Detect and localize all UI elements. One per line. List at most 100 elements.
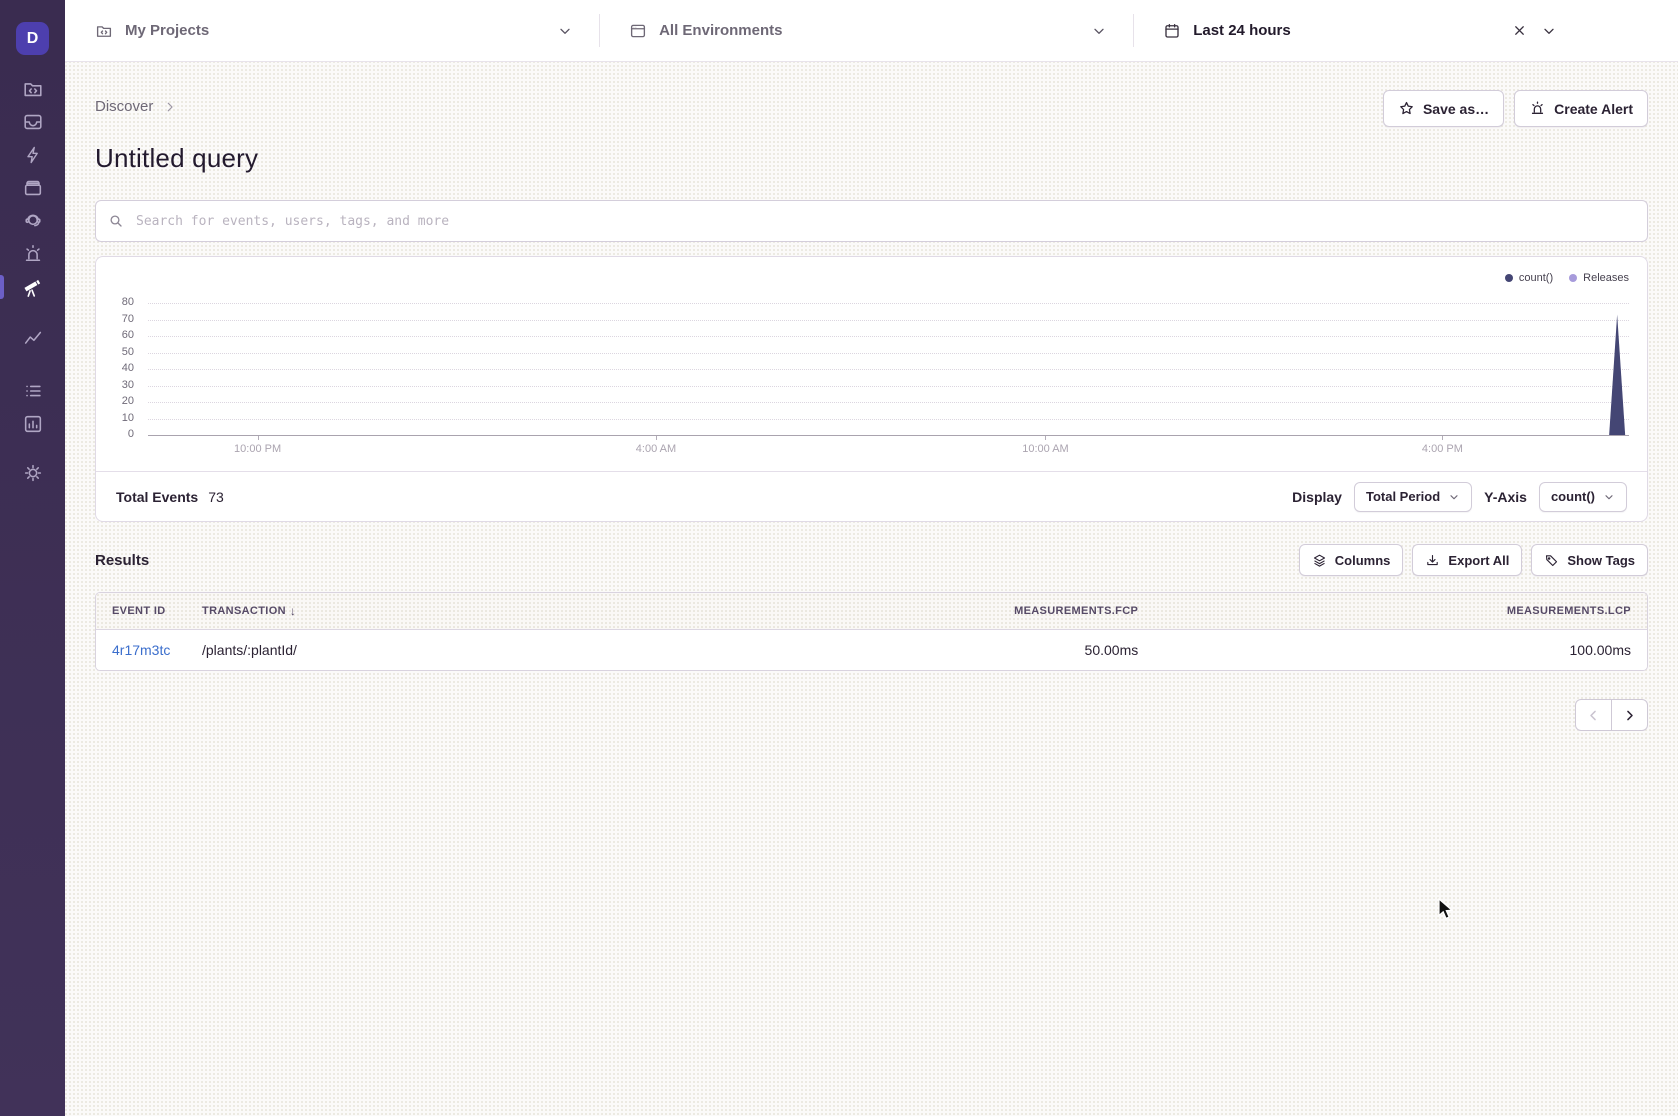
display-dropdown[interactable]: Total Period bbox=[1354, 482, 1472, 512]
results-table: EVENT ID TRANSACTION ↓ MEASUREMENTS.FCP … bbox=[95, 592, 1648, 671]
chevron-down-icon bbox=[1541, 23, 1557, 39]
columns-button[interactable]: Columns bbox=[1299, 544, 1404, 576]
y-axis-dropdown[interactable]: count() bbox=[1539, 482, 1627, 512]
display-label: Display bbox=[1292, 489, 1342, 505]
date-range-label: Last 24 hours bbox=[1193, 22, 1291, 39]
count-series-spike bbox=[148, 303, 1629, 435]
legend-count-label: count() bbox=[1519, 272, 1553, 284]
event-id-link[interactable]: 4r17m3tc bbox=[112, 642, 170, 658]
sidebar-item-stats[interactable] bbox=[0, 408, 65, 440]
search-icon bbox=[108, 213, 124, 234]
sidebar-item-alerts[interactable] bbox=[0, 238, 65, 270]
org-avatar[interactable]: D bbox=[16, 22, 49, 55]
sidebar-item-metrics[interactable] bbox=[0, 322, 65, 354]
y-axis-label: Y-Axis bbox=[1484, 489, 1527, 505]
events-chart-panel: count() Releases 80 70 60 50 40 30 20 10 bbox=[95, 256, 1648, 522]
chart-x-axis: 10:00 PM 4:00 AM 10:00 AM 4:00 PM bbox=[148, 435, 1629, 465]
search-input[interactable] bbox=[95, 200, 1648, 242]
sidebar-item-settings[interactable] bbox=[0, 457, 65, 489]
gear-icon bbox=[22, 462, 44, 484]
clear-date-range-icon[interactable] bbox=[1512, 23, 1527, 38]
sidebar-item-discover[interactable] bbox=[0, 271, 65, 303]
project-selector[interactable]: My Projects bbox=[65, 0, 599, 61]
count-series-dot bbox=[1505, 274, 1513, 282]
lcp-cell: 100.00ms bbox=[1138, 642, 1631, 658]
date-range-selector[interactable]: Last 24 hours bbox=[1133, 0, 1678, 61]
sidebar-item-issues[interactable] bbox=[0, 106, 65, 138]
main-content: Discover Save as… Create Alert Untitled … bbox=[65, 62, 1678, 1116]
breadcrumb: Discover bbox=[95, 98, 177, 115]
show-tags-button-label: Show Tags bbox=[1567, 553, 1635, 568]
transaction-cell: /plants/:plantId/ bbox=[202, 642, 645, 658]
legend-item-count[interactable]: count() bbox=[1505, 272, 1553, 284]
legend-item-releases[interactable]: Releases bbox=[1569, 272, 1629, 284]
project-selector-label: My Projects bbox=[125, 22, 209, 39]
org-avatar-letter: D bbox=[27, 30, 39, 48]
event-id-cell: 4r17m3tc bbox=[112, 642, 202, 658]
save-as-button[interactable]: Save as… bbox=[1383, 90, 1504, 127]
column-header-measurements-fcp[interactable]: MEASUREMENTS.FCP bbox=[645, 605, 1138, 617]
results-table-header: EVENT ID TRANSACTION ↓ MEASUREMENTS.FCP … bbox=[96, 593, 1647, 630]
releases-series-dot bbox=[1569, 274, 1577, 282]
top-bar: My Projects All Environments Last 24 hou… bbox=[65, 0, 1678, 62]
star-icon bbox=[1398, 100, 1415, 117]
export-all-button[interactable]: Export All bbox=[1412, 544, 1522, 576]
telescope-icon bbox=[21, 276, 44, 299]
total-events-label: Total Events bbox=[116, 489, 198, 505]
chart-legend: count() Releases bbox=[1505, 272, 1629, 284]
layers-icon bbox=[1312, 553, 1327, 568]
environments-window-icon bbox=[629, 22, 647, 40]
environment-selector[interactable]: All Environments bbox=[599, 0, 1133, 61]
chevron-down-icon bbox=[1091, 23, 1107, 39]
chevron-down-icon bbox=[1603, 491, 1615, 503]
save-as-label: Save as… bbox=[1423, 101, 1489, 117]
display-dropdown-value: Total Period bbox=[1366, 489, 1440, 504]
chevron-right-icon bbox=[163, 100, 177, 114]
table-row[interactable]: 4r17m3tc /plants/:plantId/ 50.00ms 100.0… bbox=[96, 630, 1647, 670]
projects-folder-icon bbox=[95, 22, 113, 40]
calendar-icon bbox=[1163, 22, 1181, 40]
export-all-button-label: Export All bbox=[1448, 553, 1509, 568]
releases-box-icon bbox=[22, 177, 44, 199]
sort-desc-icon: ↓ bbox=[290, 604, 296, 618]
headset-person-icon bbox=[22, 210, 44, 232]
lightning-icon bbox=[23, 145, 43, 165]
issues-inbox-icon bbox=[22, 111, 44, 133]
columns-button-label: Columns bbox=[1335, 553, 1391, 568]
sidebar-item-performance[interactable] bbox=[0, 139, 65, 171]
chevron-down-icon bbox=[1448, 491, 1460, 503]
pagination bbox=[95, 699, 1648, 731]
breadcrumb-discover[interactable]: Discover bbox=[95, 98, 153, 115]
column-header-transaction[interactable]: TRANSACTION ↓ bbox=[202, 604, 645, 618]
bar-chart-icon bbox=[22, 413, 44, 435]
sidebar: D bbox=[0, 0, 65, 1116]
chart-y-axis: 80 70 60 50 40 30 20 10 0 bbox=[110, 303, 140, 435]
sidebar-item-activity[interactable] bbox=[0, 375, 65, 407]
sidebar-nav bbox=[0, 73, 65, 490]
results-heading: Results bbox=[95, 552, 149, 569]
create-alert-label: Create Alert bbox=[1554, 101, 1633, 117]
download-icon bbox=[1425, 553, 1440, 568]
fcp-cell: 50.00ms bbox=[645, 642, 1138, 658]
chevron-down-icon bbox=[557, 23, 573, 39]
sidebar-item-releases[interactable] bbox=[0, 172, 65, 204]
next-page-button[interactable] bbox=[1611, 699, 1648, 731]
column-header-event-id[interactable]: EVENT ID bbox=[112, 605, 202, 617]
line-chart-icon bbox=[22, 327, 44, 349]
chart-plot-area[interactable] bbox=[148, 303, 1629, 435]
legend-releases-label: Releases bbox=[1583, 272, 1629, 284]
show-tags-button[interactable]: Show Tags bbox=[1531, 544, 1648, 576]
y-axis-dropdown-value: count() bbox=[1551, 489, 1595, 504]
sidebar-item-projects[interactable] bbox=[0, 73, 65, 105]
environment-selector-label: All Environments bbox=[659, 22, 782, 39]
projects-folder-icon bbox=[22, 78, 44, 100]
list-icon bbox=[22, 380, 44, 402]
total-events-value: 73 bbox=[208, 489, 224, 505]
create-alert-button[interactable]: Create Alert bbox=[1514, 90, 1648, 127]
column-header-measurements-lcp[interactable]: MEASUREMENTS.LCP bbox=[1138, 605, 1631, 617]
tag-icon bbox=[1544, 553, 1559, 568]
sidebar-item-user-feedback[interactable] bbox=[0, 205, 65, 237]
siren-icon bbox=[22, 243, 44, 265]
previous-page-button bbox=[1575, 699, 1612, 731]
siren-icon bbox=[1529, 100, 1546, 117]
